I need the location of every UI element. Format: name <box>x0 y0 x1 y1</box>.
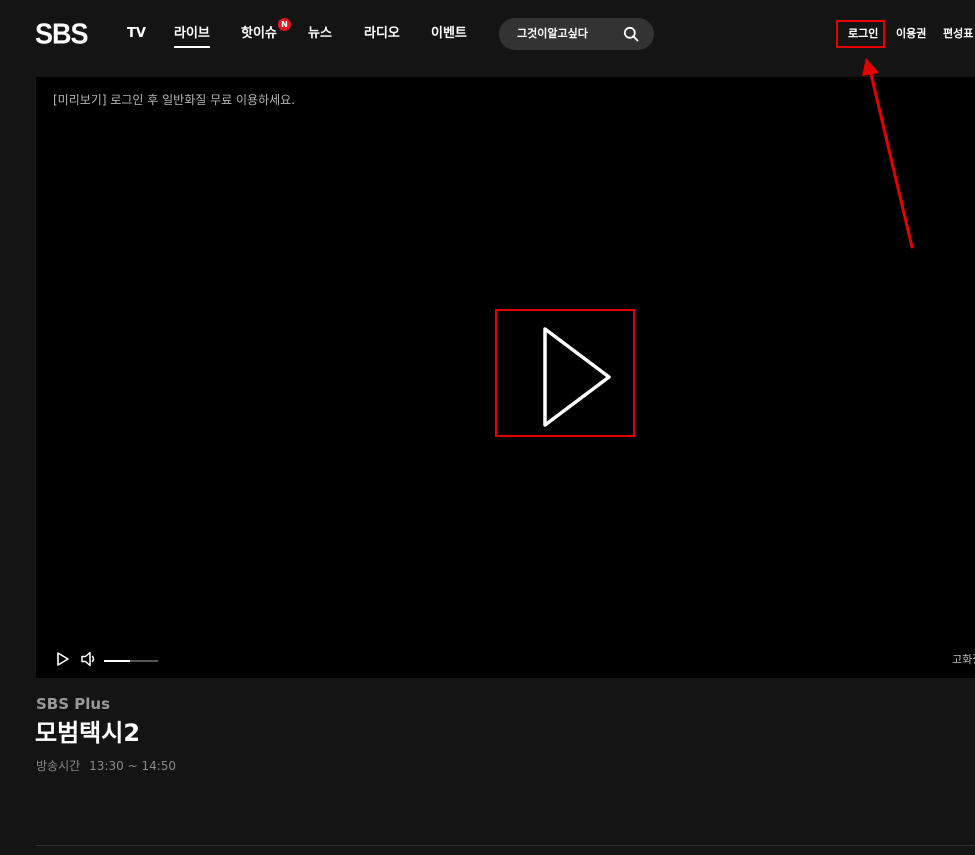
login-highlight-box <box>836 20 885 48</box>
nav-tv[interactable]: TV <box>127 26 146 42</box>
volume-level-fill <box>104 660 130 662</box>
nav-news[interactable]: 뉴스 <box>308 26 332 42</box>
nav-live[interactable]: 라이브 <box>174 26 210 42</box>
airtime-label: 방송시간 <box>36 759 81 773</box>
new-badge: N <box>278 18 291 31</box>
airtime-info: 방송시간 13:30 ~ 14:50 <box>36 759 176 773</box>
header: SBS TV 라이브 핫이슈 N 뉴스 라디오 이벤트 그것이알고싶다 로그인 … <box>0 0 975 68</box>
divider <box>36 845 975 846</box>
quality-selector[interactable]: 고화질 <box>952 653 975 667</box>
sbs-logo[interactable]: SBS <box>35 19 89 48</box>
search-keyword[interactable]: 그것이알고싶다 <box>517 27 588 41</box>
small-play-icon[interactable] <box>56 651 70 667</box>
play-icon[interactable] <box>541 325 613 429</box>
preview-notice: [미리보기] 로그인 후 일반화질 무료 이용하세요. <box>53 93 296 107</box>
nav-radio[interactable]: 라디오 <box>364 26 400 42</box>
nav-active-underline <box>174 46 210 48</box>
volume-slider[interactable] <box>104 660 158 662</box>
search-box[interactable]: 그것이알고싶다 <box>499 18 654 50</box>
video-player[interactable]: [미리보기] 로그인 후 일반화질 무료 이용하세요. 고화질 <box>36 77 975 678</box>
program-title: 모범택시2 <box>35 719 141 747</box>
schedule-link[interactable]: 편성표 <box>943 27 973 41</box>
page: SBS TV 라이브 핫이슈 N 뉴스 라디오 이벤트 그것이알고싶다 로그인 … <box>0 0 975 855</box>
play-button-highlight[interactable] <box>495 309 635 437</box>
nav-hot-issue[interactable]: 핫이슈 <box>241 26 277 42</box>
nav-event[interactable]: 이벤트 <box>431 26 467 42</box>
channel-name: SBS Plus <box>36 695 111 713</box>
airtime-value: 13:30 ~ 14:50 <box>89 759 177 773</box>
volume-icon[interactable] <box>80 650 98 668</box>
search-icon[interactable] <box>623 26 639 42</box>
subscription-link[interactable]: 이용권 <box>896 27 926 41</box>
